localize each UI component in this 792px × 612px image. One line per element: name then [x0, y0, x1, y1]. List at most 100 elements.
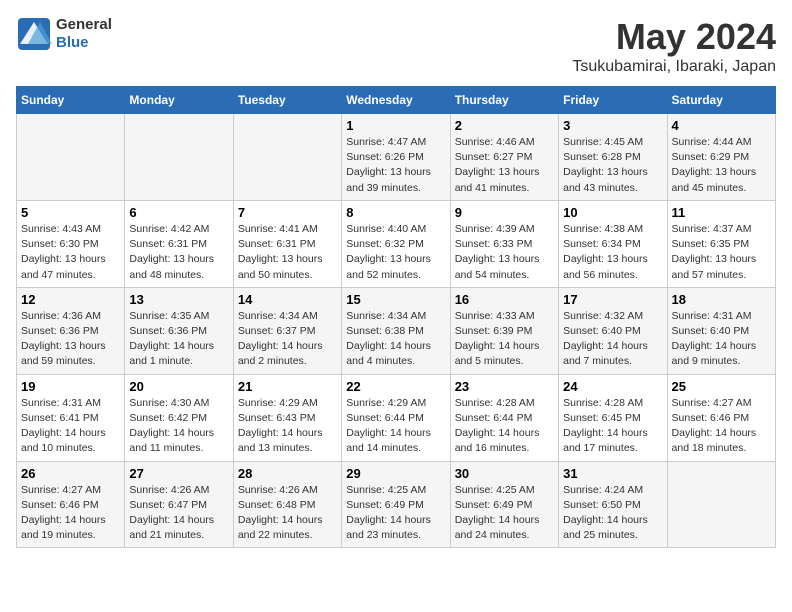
day-number: 20: [129, 379, 228, 394]
day-number: 19: [21, 379, 120, 394]
calendar-cell: [125, 114, 233, 201]
day-info: Sunrise: 4:37 AM Sunset: 6:35 PM Dayligh…: [672, 222, 771, 283]
day-number: 24: [563, 379, 662, 394]
day-info: Sunrise: 4:45 AM Sunset: 6:28 PM Dayligh…: [563, 135, 662, 196]
calendar-cell: 23 Sunrise: 4:28 AM Sunset: 6:44 PM Dayli…: [450, 374, 558, 461]
day-number: 28: [238, 466, 337, 481]
calendar-cell: 26 Sunrise: 4:27 AM Sunset: 6:46 PM Dayli…: [17, 461, 125, 548]
calendar-cell: [667, 461, 775, 548]
day-number: 3: [563, 118, 662, 133]
calendar-cell: 30Sunrise: 4:25 AM Sunset: 6:49 PM Dayli…: [450, 461, 558, 548]
day-number: 21: [238, 379, 337, 394]
day-info: Sunrise: 4:38 AM Sunset: 6:34 PM Dayligh…: [563, 222, 662, 283]
calendar-cell: 13 Sunrise: 4:35 AM Sunset: 6:36 PM Dayli…: [125, 287, 233, 374]
day-info: Sunrise: 4:29 AM Sunset: 6:43 PM Dayligh…: [238, 396, 337, 457]
day-number: 17: [563, 292, 662, 307]
day-number: 27: [129, 466, 228, 481]
day-number: 14: [238, 292, 337, 307]
calendar-cell: 3 Sunrise: 4:45 AM Sunset: 6:28 PM Daylig…: [559, 114, 667, 201]
calendar-cell: 27 Sunrise: 4:26 AM Sunset: 6:47 PM Dayli…: [125, 461, 233, 548]
day-info: Sunrise: 4:40 AM Sunset: 6:32 PM Dayligh…: [346, 222, 445, 283]
day-info: Sunrise: 4:25 AM Sunset: 6:49 PM Dayligh…: [455, 483, 554, 544]
calendar-cell: [17, 114, 125, 201]
logo-text-blue: Blue: [56, 34, 89, 51]
day-number: 16: [455, 292, 554, 307]
calendar-cell: 7 Sunrise: 4:41 AM Sunset: 6:31 PM Daylig…: [233, 200, 341, 287]
day-info: Sunrise: 4:35 AM Sunset: 6:36 PM Dayligh…: [129, 309, 228, 370]
week-row-4: 19Sunrise: 4:31 AM Sunset: 6:41 PM Dayli…: [17, 374, 776, 461]
calendar-cell: 9 Sunrise: 4:39 AM Sunset: 6:33 PM Daylig…: [450, 200, 558, 287]
calendar-cell: 28 Sunrise: 4:26 AM Sunset: 6:48 PM Dayli…: [233, 461, 341, 548]
day-info: Sunrise: 4:44 AM Sunset: 6:29 PM Dayligh…: [672, 135, 771, 196]
day-number: 9: [455, 205, 554, 220]
calendar-cell: 16 Sunrise: 4:33 AM Sunset: 6:39 PM Dayli…: [450, 287, 558, 374]
logo: General Blue: [16, 16, 112, 52]
logo-text-general: General: [56, 16, 112, 33]
header-cell-tuesday: Tuesday: [233, 87, 341, 114]
calendar-cell: 19Sunrise: 4:31 AM Sunset: 6:41 PM Dayli…: [17, 374, 125, 461]
day-info: Sunrise: 4:28 AM Sunset: 6:44 PM Dayligh…: [455, 396, 554, 457]
calendar-cell: 17 Sunrise: 4:32 AM Sunset: 6:40 PM Dayli…: [559, 287, 667, 374]
day-number: 18: [672, 292, 771, 307]
calendar-cell: 2 Sunrise: 4:46 AM Sunset: 6:27 PM Daylig…: [450, 114, 558, 201]
week-row-2: 5 Sunrise: 4:43 AM Sunset: 6:30 PM Daylig…: [17, 200, 776, 287]
calendar-subtitle: Tsukubamirai, Ibaraki, Japan: [572, 58, 776, 76]
logo-icon: [16, 16, 52, 52]
calendar-cell: 24Sunrise: 4:28 AM Sunset: 6:45 PM Dayli…: [559, 374, 667, 461]
calendar-cell: 4Sunrise: 4:44 AM Sunset: 6:29 PM Daylig…: [667, 114, 775, 201]
day-info: Sunrise: 4:39 AM Sunset: 6:33 PM Dayligh…: [455, 222, 554, 283]
day-info: Sunrise: 4:31 AM Sunset: 6:40 PM Dayligh…: [672, 309, 771, 370]
day-info: Sunrise: 4:32 AM Sunset: 6:40 PM Dayligh…: [563, 309, 662, 370]
calendar-cell: 10 Sunrise: 4:38 AM Sunset: 6:34 PM Dayli…: [559, 200, 667, 287]
day-number: 13: [129, 292, 228, 307]
day-number: 8: [346, 205, 445, 220]
calendar-cell: 14 Sunrise: 4:34 AM Sunset: 6:37 PM Dayli…: [233, 287, 341, 374]
day-number: 7: [238, 205, 337, 220]
day-number: 26: [21, 466, 120, 481]
calendar-header: SundayMondayTuesdayWednesdayThursdayFrid…: [17, 87, 776, 114]
day-number: 11: [672, 205, 771, 220]
day-info: Sunrise: 4:29 AM Sunset: 6:44 PM Dayligh…: [346, 396, 445, 457]
calendar-body: 1Sunrise: 4:47 AM Sunset: 6:26 PM Daylig…: [17, 114, 776, 548]
day-info: Sunrise: 4:27 AM Sunset: 6:46 PM Dayligh…: [672, 396, 771, 457]
calendar-cell: 31Sunrise: 4:24 AM Sunset: 6:50 PM Dayli…: [559, 461, 667, 548]
day-info: Sunrise: 4:26 AM Sunset: 6:48 PM Dayligh…: [238, 483, 337, 544]
day-number: 5: [21, 205, 120, 220]
calendar-cell: 8 Sunrise: 4:40 AM Sunset: 6:32 PM Daylig…: [342, 200, 450, 287]
day-info: Sunrise: 4:27 AM Sunset: 6:46 PM Dayligh…: [21, 483, 120, 544]
day-number: 31: [563, 466, 662, 481]
calendar-cell: 22 Sunrise: 4:29 AM Sunset: 6:44 PM Dayli…: [342, 374, 450, 461]
day-number: 1: [346, 118, 445, 133]
day-number: 6: [129, 205, 228, 220]
header-cell-wednesday: Wednesday: [342, 87, 450, 114]
title-block: May 2024 Tsukubamirai, Ibaraki, Japan: [572, 16, 776, 76]
calendar-cell: [233, 114, 341, 201]
header-cell-monday: Monday: [125, 87, 233, 114]
day-number: 2: [455, 118, 554, 133]
header-cell-saturday: Saturday: [667, 87, 775, 114]
calendar-cell: 5 Sunrise: 4:43 AM Sunset: 6:30 PM Daylig…: [17, 200, 125, 287]
day-number: 25: [672, 379, 771, 394]
day-info: Sunrise: 4:34 AM Sunset: 6:37 PM Dayligh…: [238, 309, 337, 370]
day-info: Sunrise: 4:36 AM Sunset: 6:36 PM Dayligh…: [21, 309, 120, 370]
day-number: 23: [455, 379, 554, 394]
calendar-cell: 20Sunrise: 4:30 AM Sunset: 6:42 PM Dayli…: [125, 374, 233, 461]
day-info: Sunrise: 4:41 AM Sunset: 6:31 PM Dayligh…: [238, 222, 337, 283]
day-number: 22: [346, 379, 445, 394]
day-number: 10: [563, 205, 662, 220]
day-info: Sunrise: 4:46 AM Sunset: 6:27 PM Dayligh…: [455, 135, 554, 196]
day-info: Sunrise: 4:33 AM Sunset: 6:39 PM Dayligh…: [455, 309, 554, 370]
week-row-1: 1Sunrise: 4:47 AM Sunset: 6:26 PM Daylig…: [17, 114, 776, 201]
day-number: 29: [346, 466, 445, 481]
header-cell-sunday: Sunday: [17, 87, 125, 114]
week-row-5: 26 Sunrise: 4:27 AM Sunset: 6:46 PM Dayli…: [17, 461, 776, 548]
calendar-cell: 21 Sunrise: 4:29 AM Sunset: 6:43 PM Dayli…: [233, 374, 341, 461]
day-info: Sunrise: 4:43 AM Sunset: 6:30 PM Dayligh…: [21, 222, 120, 283]
header-cell-thursday: Thursday: [450, 87, 558, 114]
day-info: Sunrise: 4:26 AM Sunset: 6:47 PM Dayligh…: [129, 483, 228, 544]
calendar-cell: 11 Sunrise: 4:37 AM Sunset: 6:35 PM Dayli…: [667, 200, 775, 287]
calendar-cell: 6Sunrise: 4:42 AM Sunset: 6:31 PM Daylig…: [125, 200, 233, 287]
calendar-table: SundayMondayTuesdayWednesdayThursdayFrid…: [16, 86, 776, 548]
calendar-title: May 2024: [572, 16, 776, 58]
calendar-cell: 1Sunrise: 4:47 AM Sunset: 6:26 PM Daylig…: [342, 114, 450, 201]
